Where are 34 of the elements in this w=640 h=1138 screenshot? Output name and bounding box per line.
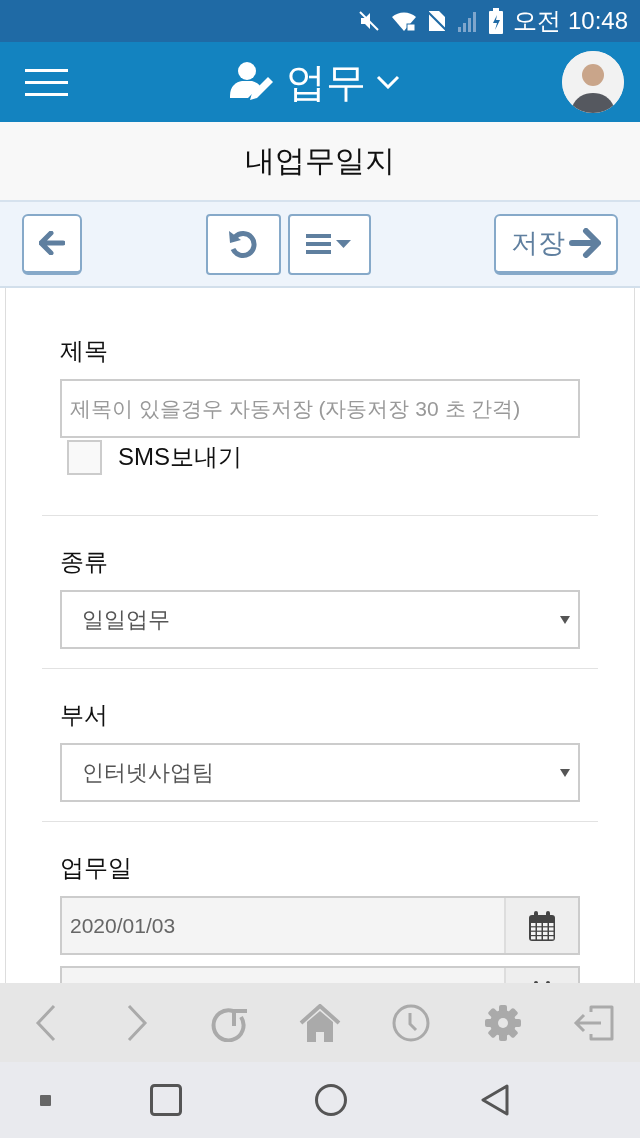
checkbox-label: SMS보내기 — [118, 442, 242, 472]
field-label: 부서 — [60, 700, 108, 730]
date-field[interactable]: 2020/01/03 — [60, 896, 580, 955]
recents-icon[interactable] — [150, 1084, 182, 1116]
arrow-right-icon — [569, 228, 601, 258]
title-input[interactable]: 제목이 있을경우 자동저장 (자동저장 30 초 간격) — [60, 379, 580, 438]
back-button[interactable] — [22, 213, 82, 275]
chevron-down-icon[interactable] — [376, 75, 400, 89]
dropdown[interactable]: 인터넷사업팀 — [60, 743, 580, 802]
wifi-icon — [391, 9, 418, 33]
date-value: 2020/01/03 — [70, 913, 176, 938]
menu-icon[interactable] — [25, 68, 68, 96]
save-button[interactable]: 저장 — [494, 213, 618, 275]
dropdown-arrow-icon — [560, 768, 570, 777]
list-caret-icon — [306, 233, 352, 255]
list-menu-button[interactable] — [287, 213, 371, 275]
arrow-left-icon — [39, 231, 65, 255]
calendar-icon — [529, 910, 555, 941]
field-label: 제목 — [60, 336, 108, 366]
page-title: 내업무일지 — [245, 142, 395, 179]
field-label: 종류 — [60, 547, 108, 577]
refresh-icon — [227, 228, 259, 260]
no-sim-icon — [427, 9, 448, 33]
dropdown[interactable]: 일일업무 — [60, 590, 580, 649]
home-nav-icon[interactable] — [315, 1084, 347, 1116]
battery-icon — [489, 8, 504, 34]
avatar[interactable] — [562, 51, 624, 113]
back-nav-icon[interactable] — [480, 1084, 510, 1116]
header-title[interactable]: 업무 — [286, 54, 366, 110]
dropdown-arrow-icon — [560, 615, 570, 624]
checkbox[interactable] — [67, 439, 102, 475]
refresh-button[interactable] — [205, 213, 281, 275]
status-time: 오전 10:48 — [513, 6, 628, 36]
field-label: 업무일 — [60, 853, 132, 883]
